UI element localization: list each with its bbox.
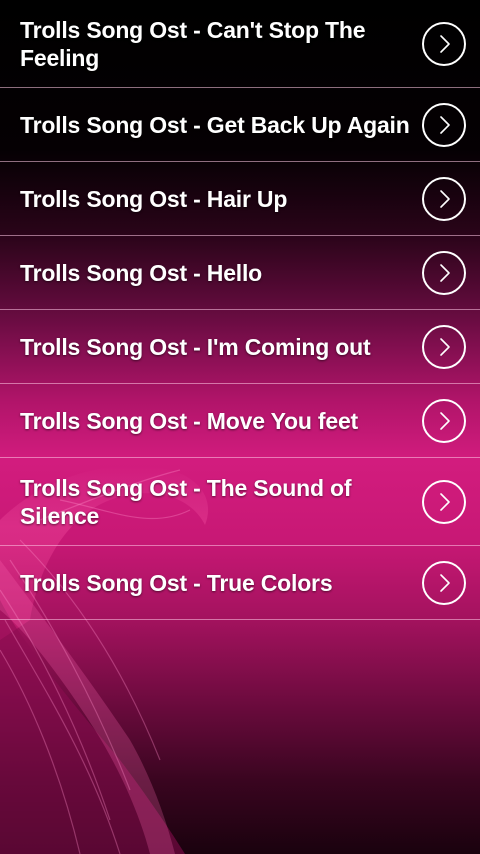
app-screen: Trolls Song Ost - Can't Stop The Feeling… — [0, 0, 480, 854]
song-row[interactable]: Trolls Song Ost - Can't Stop The Feeling — [0, 0, 480, 88]
song-title: Trolls Song Ost - Hair Up — [20, 185, 288, 212]
song-title: Trolls Song Ost - Move You feet — [20, 407, 358, 434]
song-row[interactable]: Trolls Song Ost - True Colors — [0, 546, 480, 620]
chevron-right-circle-icon[interactable] — [422, 479, 466, 524]
song-row[interactable]: Trolls Song Ost - Move You feet — [0, 384, 480, 458]
song-title: Trolls Song Ost - I'm Coming out — [20, 333, 371, 360]
chevron-right-circle-icon[interactable] — [422, 398, 466, 443]
chevron-right-circle-icon[interactable] — [422, 176, 466, 221]
song-title: Trolls Song Ost - The Sound of Silence — [20, 474, 352, 529]
chevron-right-circle-icon[interactable] — [422, 21, 466, 66]
song-row[interactable]: Trolls Song Ost - Get Back Up Again — [0, 88, 480, 162]
chevron-right-circle-icon[interactable] — [422, 250, 466, 295]
song-row[interactable]: Trolls Song Ost - Hair Up — [0, 162, 480, 236]
song-row[interactable]: Trolls Song Ost - The Sound of Silence — [0, 458, 480, 546]
song-list: Trolls Song Ost - Can't Stop The Feeling… — [0, 0, 480, 620]
song-title: Trolls Song Ost - Can't Stop The Feeling — [20, 16, 366, 71]
song-title: Trolls Song Ost - Hello — [20, 259, 263, 286]
song-title: Trolls Song Ost - Get Back Up Again — [20, 111, 410, 138]
song-title: Trolls Song Ost - True Colors — [20, 569, 333, 596]
song-row[interactable]: Trolls Song Ost - I'm Coming out — [0, 310, 480, 384]
chevron-right-circle-icon[interactable] — [422, 324, 466, 369]
song-row[interactable]: Trolls Song Ost - Hello — [0, 236, 480, 310]
chevron-right-circle-icon[interactable] — [422, 560, 466, 605]
chevron-right-circle-icon[interactable] — [422, 102, 466, 147]
